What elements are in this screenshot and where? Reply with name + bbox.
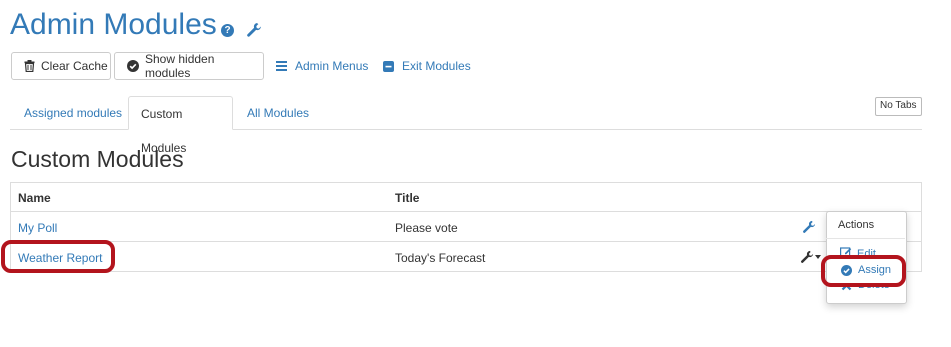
check-circle-icon <box>127 60 139 72</box>
tab-all-modules[interactable]: All Modules <box>235 96 321 130</box>
admin-menus-link[interactable]: Admin Menus <box>276 59 368 73</box>
column-header-name: Name <box>18 191 51 205</box>
caret-down-icon <box>815 255 821 259</box>
no-tabs-button[interactable]: No Tabs <box>875 97 922 116</box>
actions-dropdown-header: Actions <box>838 219 875 231</box>
list-icon <box>276 61 287 71</box>
dropdown-divider <box>826 238 905 239</box>
clear-cache-label: Clear Cache <box>41 59 108 73</box>
tab-custom-modules[interactable]: Custom Modules <box>128 96 233 155</box>
table-divider <box>10 241 922 242</box>
trash-icon <box>24 60 35 72</box>
wrench-icon[interactable] <box>246 22 262 38</box>
table-divider <box>10 211 922 212</box>
module-name-link[interactable]: My Poll <box>18 221 57 235</box>
wrench-icon[interactable] <box>802 220 816 234</box>
help-icon[interactable]: ? <box>221 24 234 37</box>
tab-assigned-modules[interactable]: Assigned modules <box>12 96 134 130</box>
show-hidden-modules-button[interactable]: Show hidden modules <box>114 52 264 80</box>
module-title: Today's Forecast <box>395 251 486 265</box>
highlight-assign <box>821 255 906 287</box>
exit-modules-link[interactable]: Exit Modules <box>383 59 471 73</box>
show-hidden-modules-label: Show hidden modules <box>145 52 215 80</box>
exit-modules-label: Exit Modules <box>402 59 471 73</box>
admin-menus-label: Admin Menus <box>295 59 369 73</box>
section-heading: Custom Modules <box>11 146 184 172</box>
clear-cache-button[interactable]: Clear Cache <box>11 52 111 80</box>
highlight-weather-report <box>1 240 115 273</box>
column-header-title: Title <box>395 191 420 205</box>
module-title: Please vote <box>395 221 458 235</box>
wrench-icon[interactable] <box>800 250 814 264</box>
page-title: Admin Modules <box>10 8 217 41</box>
minus-square-icon <box>383 60 394 72</box>
